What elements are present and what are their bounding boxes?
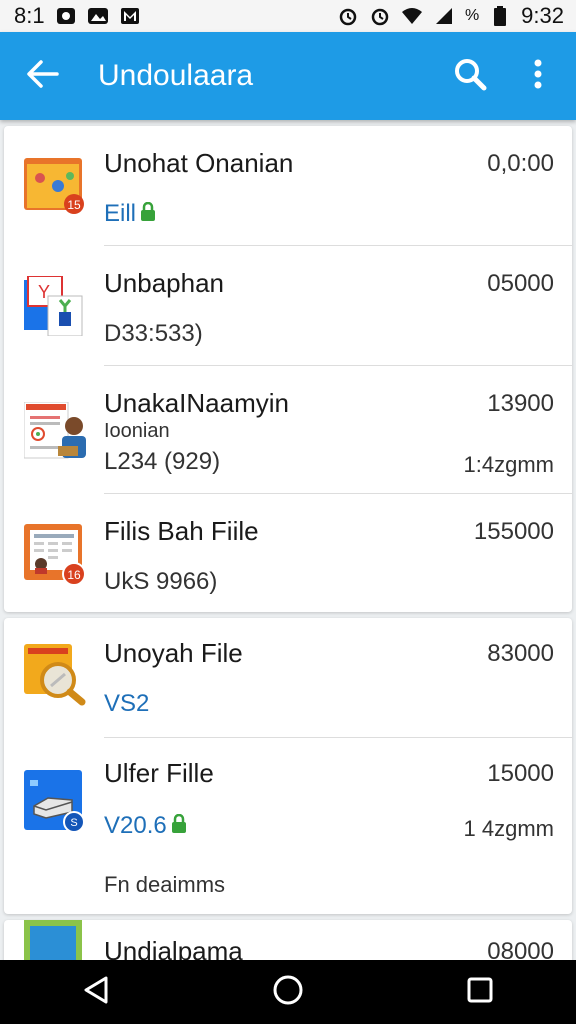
- file-value: 155000: [473, 518, 554, 545]
- nav-home-button[interactable]: [258, 962, 318, 1022]
- status-time-left: 8:1: [14, 3, 45, 28]
- file-sub-text: Eill: [104, 200, 137, 227]
- alarm-icon: [369, 6, 391, 26]
- search-file-icon: [24, 644, 86, 706]
- file-sub: L234 (929): [104, 448, 221, 475]
- file-value: 13900: [487, 390, 554, 417]
- status-bar: 8:1 % 9:32: [0, 0, 576, 32]
- wifi-icon: [401, 6, 423, 26]
- svg-text:16: 16: [67, 568, 81, 582]
- lock-icon: [140, 201, 156, 229]
- recents-square-icon: [466, 976, 494, 1009]
- green-file-icon: [24, 920, 84, 960]
- list-item[interactable]: Undialpama 08000: [4, 920, 572, 960]
- file-sub: VS2: [104, 690, 150, 717]
- list-item[interactable]: S Ulfer Fille 15000 V20.6 1 4zgmm Fn dea…: [4, 738, 572, 914]
- list-item[interactable]: 16 Filis Bah Fiile 155000 UkS 9966): [4, 494, 572, 612]
- file-thumbnail-icon: 15: [24, 158, 84, 214]
- list-item[interactable]: Y Unbaphan 05000 D33:533): [4, 246, 572, 366]
- search-icon: [453, 57, 487, 96]
- signal-icon: [433, 6, 455, 26]
- more-vert-icon: [533, 59, 543, 94]
- search-button[interactable]: [446, 52, 494, 100]
- document-person-icon: [23, 401, 86, 459]
- file-title: Unbaphan: [104, 268, 224, 298]
- file-meta: 1:4zgmm: [463, 452, 554, 477]
- battery-percent: %: [464, 7, 480, 24]
- spreadsheet-file-icon: 16: [24, 524, 86, 586]
- file-extra: Ioonian: [104, 420, 170, 442]
- file-sub: D33:533): [104, 320, 203, 347]
- file-title: Unohat Onanian: [104, 148, 294, 178]
- back-button[interactable]: [22, 56, 62, 96]
- file-title: Ulfer Fille: [104, 758, 214, 788]
- image-icon: [55, 6, 77, 26]
- home-circle-icon: [272, 974, 304, 1011]
- back-triangle-icon: [82, 975, 110, 1010]
- navigation-bar: [0, 960, 576, 1024]
- arrow-back-icon: [25, 59, 59, 94]
- file-value: 15000: [487, 760, 554, 787]
- svg-text:S: S: [70, 817, 77, 829]
- file-value: 05000: [487, 270, 554, 297]
- file-title: Filis Bah Fiile: [104, 516, 259, 546]
- file-title: UnakaINaamyin: [104, 388, 289, 418]
- battery-icon: [489, 6, 511, 26]
- file-sub: Eill: [104, 200, 156, 229]
- file-value: 83000: [487, 640, 554, 667]
- gmail-icon: [119, 6, 141, 26]
- status-time-right: 9:32: [521, 3, 564, 28]
- file-card: Unoyah File 83000 VS2 S Ulfer Fille 1500…: [4, 618, 572, 914]
- file-sub: V20.6: [104, 812, 187, 841]
- file-title: Unoyah File: [104, 638, 243, 668]
- page-title: Undoulaara: [98, 59, 254, 92]
- photo-icon: [87, 6, 109, 26]
- list-item[interactable]: UnakaINaamyin 13900 Ioonian L234 (929) 1…: [4, 366, 572, 494]
- list-item[interactable]: Unoyah File 83000 VS2: [4, 618, 572, 738]
- file-card: Undialpama 08000: [4, 920, 572, 960]
- list-item[interactable]: 15 Unohat Onanian 0,0:00 Eill: [4, 126, 572, 246]
- nav-recents-button[interactable]: [450, 962, 510, 1022]
- file-card: 15 Unohat Onanian 0,0:00 Eill Y Unbaphan…: [4, 126, 572, 612]
- lock-icon: [171, 813, 187, 841]
- file-value: 0,0:00: [487, 150, 554, 177]
- app-bar: Undoulaara: [0, 32, 576, 120]
- more-options-button[interactable]: [514, 52, 562, 100]
- file-sub-text: V20.6: [104, 812, 167, 839]
- nav-back-button[interactable]: [66, 962, 126, 1022]
- file-sub: UkS 9966): [104, 568, 218, 595]
- drive-file-icon: S: [24, 770, 85, 833]
- svg-text:15: 15: [67, 198, 81, 212]
- file-meta: 1 4zgmm: [463, 816, 554, 841]
- file-list: 15 Unohat Onanian 0,0:00 Eill Y Unbaphan…: [0, 124, 576, 960]
- file-title: Undialpama: [104, 936, 243, 960]
- document-plant-icon: Y: [24, 275, 84, 337]
- file-value: 08000: [487, 938, 554, 960]
- alarm-icon: [337, 6, 359, 26]
- file-footer: Fn deaimms: [104, 872, 226, 897]
